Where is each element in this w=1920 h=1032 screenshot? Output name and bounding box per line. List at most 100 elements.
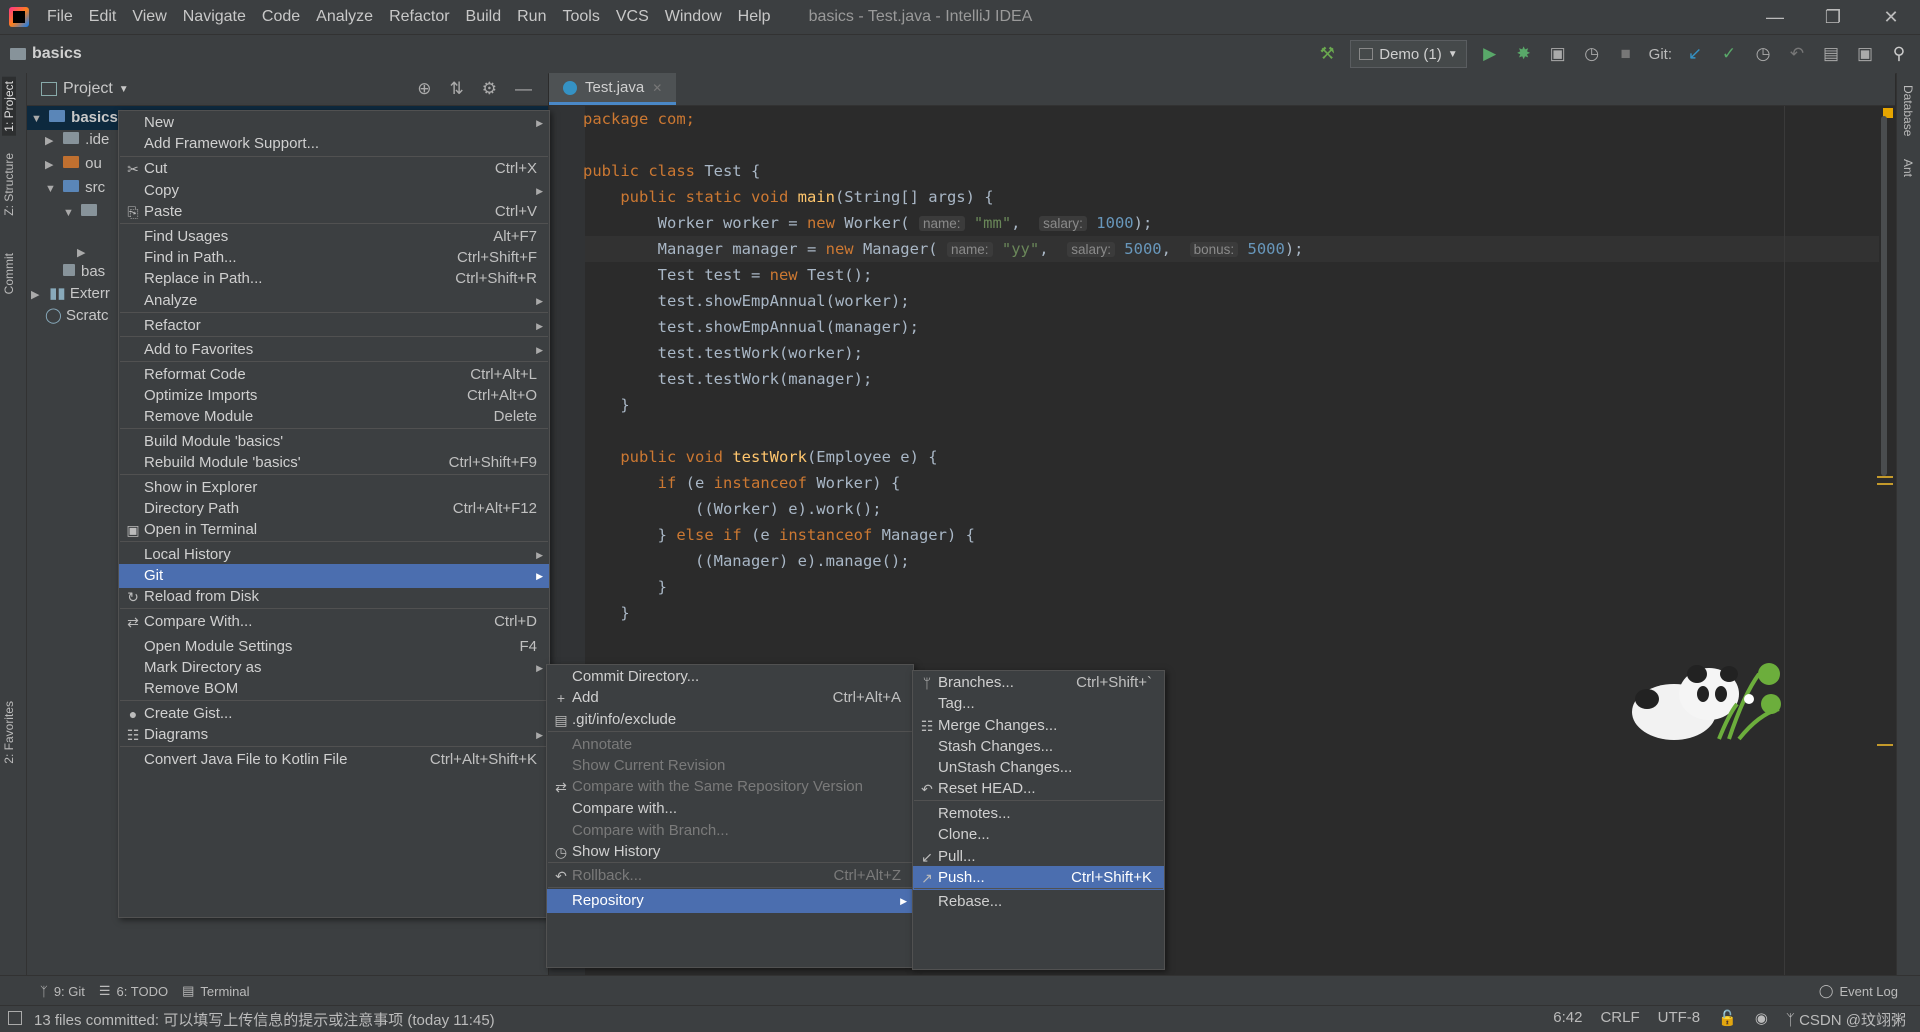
menu-item-replace-in-path[interactable]: Replace in Path... Ctrl+Shift+R (119, 267, 549, 291)
project-view-selector[interactable]: Project ▼ (41, 80, 129, 98)
search-icon[interactable]: ⚲ (1888, 43, 1910, 65)
menu-file[interactable]: File (39, 0, 81, 34)
tool-tab-todo[interactable]: ☰ 6: TODO (99, 983, 168, 999)
tab-test-java[interactable]: Test.java ✕ (549, 73, 677, 105)
inspector-icon[interactable]: ◉ (1755, 1009, 1768, 1030)
collapse-arrow-icon[interactable]: ▶ (31, 283, 45, 307)
menu-item-tag[interactable]: Tag... (913, 692, 1164, 716)
run-icon[interactable]: ▶ (1479, 43, 1501, 65)
menu-build[interactable]: Build (458, 0, 510, 34)
menu-item-convert-java-file-to-kotlin-file[interactable]: Convert Java File to Kotlin File Ctrl+Alt… (119, 748, 549, 772)
tree-item-package[interactable]: ▼ (63, 200, 103, 224)
menu-edit[interactable]: Edit (81, 0, 125, 34)
menu-navigate[interactable]: Navigate (175, 0, 254, 34)
left-tool-strip: 1: Project Z: Structure Commit 2: Favori… (0, 73, 27, 975)
tool-window-favorites[interactable]: 2: Favorites (2, 701, 16, 764)
tree-item-external-libraries[interactable]: ▶ ▮▮ Exterr (27, 282, 110, 306)
menu-item-compare-with[interactable]: ⇄ Compare With... Ctrl+D (119, 610, 549, 634)
stop-icon[interactable]: ■ (1615, 43, 1637, 65)
watermark-text: CSDN @玟翊粥 (1799, 1011, 1906, 1029)
expand-arrow-icon[interactable]: ▼ (31, 107, 45, 131)
menu-item-remove-bom[interactable]: Remove BOM (119, 677, 549, 701)
menu-item-open-in-terminal[interactable]: ▣ Open in Terminal (119, 518, 549, 542)
menu-item-repository[interactable]: Repository ▶ (547, 889, 913, 913)
collapse-arrow-icon[interactable]: ▶ (45, 153, 59, 177)
scrollbar-thumb[interactable] (1881, 116, 1887, 476)
menu-item-analyze[interactable]: Analyze ▶ (119, 289, 549, 313)
minimize-icon[interactable]: — (1746, 0, 1804, 34)
gear-icon[interactable]: ⚙ (482, 79, 497, 99)
line-separator[interactable]: CRLF (1600, 1009, 1639, 1030)
locate-target-icon[interactable]: ⊕ (417, 79, 431, 99)
menu-item-git-info-exclude[interactable]: ▤ .git/info/exclude (547, 708, 913, 732)
expand-arrow-icon[interactable]: ▼ (63, 201, 77, 225)
profile-icon[interactable]: ◷ (1581, 43, 1603, 65)
tree-item-iml[interactable]: bas (63, 260, 105, 284)
menu-item-rebase[interactable]: Rebase... (913, 890, 1164, 914)
tree-item-idea[interactable]: ▶ .ide (45, 128, 109, 152)
window-controls: — ❐ ✕ (1746, 0, 1920, 34)
layout-icon[interactable]: ▣ (1854, 43, 1876, 65)
menu-item-push[interactable]: ↗ Push... Ctrl+Shift+K (913, 866, 1164, 890)
menu-item-show-history[interactable]: ◷ Show History (547, 840, 913, 864)
tool-tab-terminal[interactable]: ▤ Terminal (182, 983, 249, 999)
caret-position[interactable]: 6:42 (1553, 1009, 1582, 1030)
close-tab-icon[interactable]: ✕ (652, 81, 662, 95)
breadcrumb[interactable]: basics (10, 45, 82, 63)
tree-item-out[interactable]: ▶ ou (45, 152, 102, 176)
menu-window[interactable]: Window (657, 0, 730, 34)
git-branch-widget[interactable]: ᛉ CSDN @玟翊粥 (1786, 1009, 1906, 1030)
tool-window-ant[interactable]: Ant (1901, 159, 1915, 177)
menu-code[interactable]: Code (254, 0, 308, 34)
menu-item-cut[interactable]: ✂ Cut Ctrl+X (119, 157, 549, 181)
status-message[interactable]: 13 files committed: 可以填写上传信息的提示或注意事项 (to… (34, 1009, 495, 1030)
menu-tools[interactable]: Tools (554, 0, 607, 34)
menu-item-refactor[interactable]: Refactor ▶ (119, 314, 549, 338)
menu-item-compare-with[interactable]: Compare with... (547, 797, 913, 821)
tool-window-commit[interactable]: Commit (2, 253, 16, 294)
tool-tab-git[interactable]: ᛉ 9: Git (40, 984, 85, 999)
menu-analyze[interactable]: Analyze (308, 0, 381, 34)
menu-item-reset-head[interactable]: ↶ Reset HEAD... (913, 777, 1164, 801)
toggle-tool-windows-icon[interactable] (8, 1011, 22, 1025)
breadcrumb-project[interactable]: basics (32, 45, 82, 63)
menu-item-diagrams[interactable]: ☷ Diagrams ▶ (119, 723, 549, 747)
tool-tab-event-log[interactable]: ◯ Event Log (1819, 983, 1898, 999)
collapse-all-icon[interactable]: ⇅ (450, 79, 464, 99)
restore-icon[interactable]: ❐ (1804, 0, 1862, 34)
close-icon[interactable]: ✕ (1862, 0, 1920, 34)
debug-bug-icon[interactable]: ✸ (1513, 43, 1535, 65)
git-update-icon[interactable]: ↙ (1684, 43, 1706, 65)
coverage-icon[interactable]: ▣ (1547, 43, 1569, 65)
file-encoding[interactable]: UTF-8 (1658, 1009, 1701, 1030)
tree-item-src[interactable]: ▼ src (45, 176, 105, 200)
project-structure-icon[interactable]: ▤ (1820, 43, 1842, 65)
menu-item-remove-module[interactable]: Remove Module Delete (119, 405, 549, 429)
editor-scrollbar[interactable] (1877, 106, 1895, 975)
menu-item-reload-from-disk[interactable]: ↻ Reload from Disk (119, 585, 549, 609)
menu-item-rebuild-module-basics[interactable]: Rebuild Module 'basics' Ctrl+Shift+F9 (119, 451, 549, 475)
collapse-arrow-icon[interactable]: ▶ (45, 129, 59, 153)
tree-item-scratches[interactable]: ◯ Scratc (45, 304, 108, 328)
menu-item-add-to-favorites[interactable]: Add to Favorites ▶ (119, 338, 549, 362)
git-rollback-icon[interactable]: ↶ (1786, 43, 1808, 65)
expand-arrow-icon[interactable]: ▼ (45, 177, 59, 201)
hide-panel-icon[interactable]: — (515, 79, 532, 99)
tool-window-database[interactable]: Database (1901, 85, 1915, 136)
lock-icon[interactable]: 🔓 (1718, 1009, 1737, 1030)
menu-refactor[interactable]: Refactor (381, 0, 457, 34)
git-history-clock-icon[interactable]: ◷ (1752, 43, 1774, 65)
menu-run[interactable]: Run (509, 0, 554, 34)
git-commit-check-icon[interactable]: ✓ (1718, 43, 1740, 65)
run-configuration-select[interactable]: Demo (1) ▼ (1350, 40, 1467, 68)
tool-window-project[interactable]: 1: Project (2, 77, 16, 136)
menu-help[interactable]: Help (730, 0, 779, 34)
menu-item-add[interactable]: + Add Ctrl+Alt+A (547, 686, 913, 710)
menu-vcs[interactable]: VCS (608, 0, 657, 34)
menu-view[interactable]: View (124, 0, 174, 34)
tool-window-structure[interactable]: Z: Structure (2, 153, 16, 216)
menu-item-clone[interactable]: Clone... (913, 823, 1164, 847)
menu-item-add-framework-support[interactable]: Add Framework Support... (119, 132, 549, 156)
build-hammer-icon[interactable]: ⚒ (1316, 43, 1338, 65)
menu-item-paste[interactable]: ⎘ Paste Ctrl+V (119, 200, 549, 224)
